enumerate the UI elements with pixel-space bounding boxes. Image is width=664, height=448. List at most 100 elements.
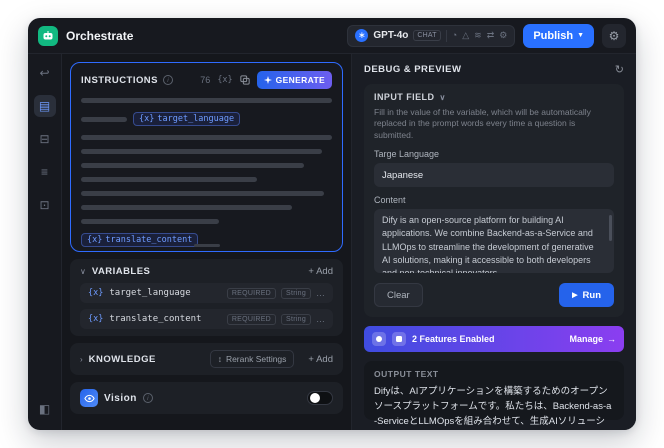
publish-button[interactable]: Publish ▼ (523, 23, 594, 48)
debug-title: DEBUG & PREVIEW (364, 64, 462, 75)
manage-features-link[interactable]: Manage → (569, 334, 616, 344)
prompt-line-skeleton (81, 116, 127, 122)
model-settings-icon[interactable]: ⚙ (499, 31, 507, 40)
prompt-line-skeleton (81, 135, 332, 140)
list-icon: ≡ (40, 165, 48, 179)
content-value: Dify is an open-source platform for buil… (382, 215, 594, 274)
rerank-settings-button[interactable]: ↕ Rerank Settings (209, 350, 295, 368)
copy-icon[interactable] (240, 75, 250, 85)
page-title: Orchestrate (66, 28, 134, 43)
scrollbar[interactable] (609, 215, 612, 242)
prompt-line-skeleton (81, 177, 257, 182)
resize-handle[interactable] (193, 244, 220, 247)
model-name: GPT-4o (373, 30, 409, 41)
chevron-down-icon: ▼ (577, 32, 584, 39)
back-arrow-icon: ↩ (39, 66, 50, 80)
back-button[interactable]: ↩ (34, 62, 56, 84)
variables-section: ∨ VARIABLES + Add {x} target_language RE… (70, 259, 343, 336)
knowledge-section: › KNOWLEDGE ↕ Rerank Settings + Add (70, 343, 343, 375)
annotation-icon: ⊡ (39, 198, 50, 212)
sidebar-item-api[interactable]: ⊟ (34, 128, 56, 150)
sort-icon: ↕ (217, 354, 222, 364)
prompt-column: INSTRUCTIONS i 76 {x} GENERATE {x} targe… (62, 54, 352, 430)
prompt-line-skeleton (81, 219, 220, 224)
publish-label: Publish (533, 29, 574, 42)
model-mode-badge: CHAT (413, 30, 441, 41)
vision-section: Vision i (70, 382, 343, 414)
toggle-knob (310, 393, 320, 403)
prompt-line-skeleton (81, 163, 305, 168)
divider (445, 29, 447, 42)
sidebar-item-logs[interactable]: ≡ (34, 161, 56, 183)
input-field-description: Fill in the value of the variable, which… (374, 107, 591, 140)
gear-icon: ⚙ (608, 28, 620, 43)
chevron-down-icon[interactable]: ∨ (80, 267, 86, 276)
settings-button[interactable]: ⚙ (602, 23, 626, 48)
nav-rail: ↩ ▤ ⊟ ≡ ⊡ ◧ (28, 54, 62, 430)
input-field-title: INPUT FIELD (374, 92, 435, 102)
add-variable-button[interactable]: + Add (308, 266, 333, 277)
max-tokens-icon[interactable]: ≋ (474, 31, 482, 40)
variable-tag-target-language[interactable]: {x} target_language (133, 112, 241, 126)
token-count: 76 (200, 75, 211, 85)
output-title: OUTPUT TEXT (374, 369, 439, 380)
panel-layout-icon: ◧ (38, 402, 51, 416)
var-x-icon: {x} (88, 288, 104, 298)
vision-title: Vision (104, 392, 137, 404)
clear-button[interactable]: Clear (374, 283, 423, 308)
sidebar-item-orchestrate[interactable]: ▤ (33, 95, 56, 117)
top-p-icon[interactable]: △ (462, 31, 469, 40)
run-button[interactable]: ▶ Run (559, 283, 614, 308)
swap-model-icon[interactable]: ⇄ (487, 31, 495, 40)
vision-icon (80, 389, 98, 407)
play-icon: ▶ (572, 292, 578, 300)
content-textarea[interactable]: Dify is an open-source platform for buil… (374, 209, 614, 274)
feature-icon-2 (392, 332, 406, 347)
type-badge[interactable]: String (281, 287, 311, 299)
model-selector[interactable]: ∗ GPT-4o CHAT ◔ △ ≋ ⇄ ⚙ (347, 24, 516, 47)
feature-icon-1 (372, 332, 386, 347)
chevron-right-icon[interactable]: › (80, 355, 83, 364)
prompt-line-skeleton (81, 98, 332, 103)
app-logo-icon[interactable] (38, 25, 58, 46)
generate-button[interactable]: GENERATE (256, 71, 332, 89)
instructions-panel[interactable]: INSTRUCTIONS i 76 {x} GENERATE {x} targe… (70, 62, 343, 252)
sparkle-icon (263, 76, 272, 84)
chevron-down-icon[interactable]: ∨ (439, 93, 445, 102)
run-label: Run (582, 289, 601, 301)
required-badge: REQUIRED (226, 287, 277, 299)
type-badge[interactable]: String (281, 313, 311, 325)
variable-tag-translate-content[interactable]: {x} translate_content (81, 233, 199, 247)
output-section: OUTPUT TEXT Difyは、AIアプリケーションを構築するためのオープン… (364, 361, 624, 427)
debug-panel: DEBUG & PREVIEW ↻ INPUT FIELD ∨ Fill in … (352, 54, 636, 430)
field-label-target-language: Targe Language (374, 149, 440, 160)
prompt-line-skeleton (81, 205, 292, 210)
arrow-right-icon: → (607, 334, 616, 345)
more-icon[interactable]: … (316, 314, 325, 324)
prompt-line-skeleton (81, 191, 325, 196)
add-knowledge-button[interactable]: + Add (308, 354, 333, 365)
target-language-input[interactable]: Japanese (374, 163, 614, 188)
insert-variable-icon[interactable]: {x} (217, 75, 232, 85)
app-window: Orchestrate ∗ GPT-4o CHAT ◔ △ ≋ ⇄ ⚙ Publ… (28, 18, 636, 430)
vision-toggle[interactable] (307, 391, 333, 405)
output-text: Difyは、AIアプリケーションを構築するためのオープンソースプラットフォームで… (374, 386, 612, 427)
variable-row[interactable]: {x} translate_content REQUIRED String … (80, 309, 333, 329)
orchestrate-icon: ▤ (38, 99, 51, 113)
var-x-icon: {x} (87, 235, 103, 245)
variable-row[interactable]: {x} target_language REQUIRED String … (80, 283, 333, 303)
sidebar-item-annotations[interactable]: ⊡ (34, 194, 56, 216)
info-icon[interactable]: i (162, 75, 173, 85)
input-field-card: INPUT FIELD ∨ Fill in the value of the v… (364, 84, 624, 318)
more-icon[interactable]: … (316, 288, 325, 298)
features-bar[interactable]: 2 Features Enabled Manage → (364, 326, 624, 353)
knowledge-title: KNOWLEDGE (88, 353, 156, 365)
terminal-icon: ⊟ (39, 132, 50, 146)
collapse-panel-button[interactable]: ◧ (34, 398, 56, 420)
info-icon[interactable]: i (142, 393, 153, 403)
refresh-icon[interactable]: ↻ (615, 63, 624, 76)
field-label-content: Content (374, 195, 406, 206)
var-x-icon: {x} (88, 314, 104, 324)
temperature-icon[interactable]: ◔ (452, 31, 457, 40)
var-x-icon: {x} (139, 114, 155, 124)
